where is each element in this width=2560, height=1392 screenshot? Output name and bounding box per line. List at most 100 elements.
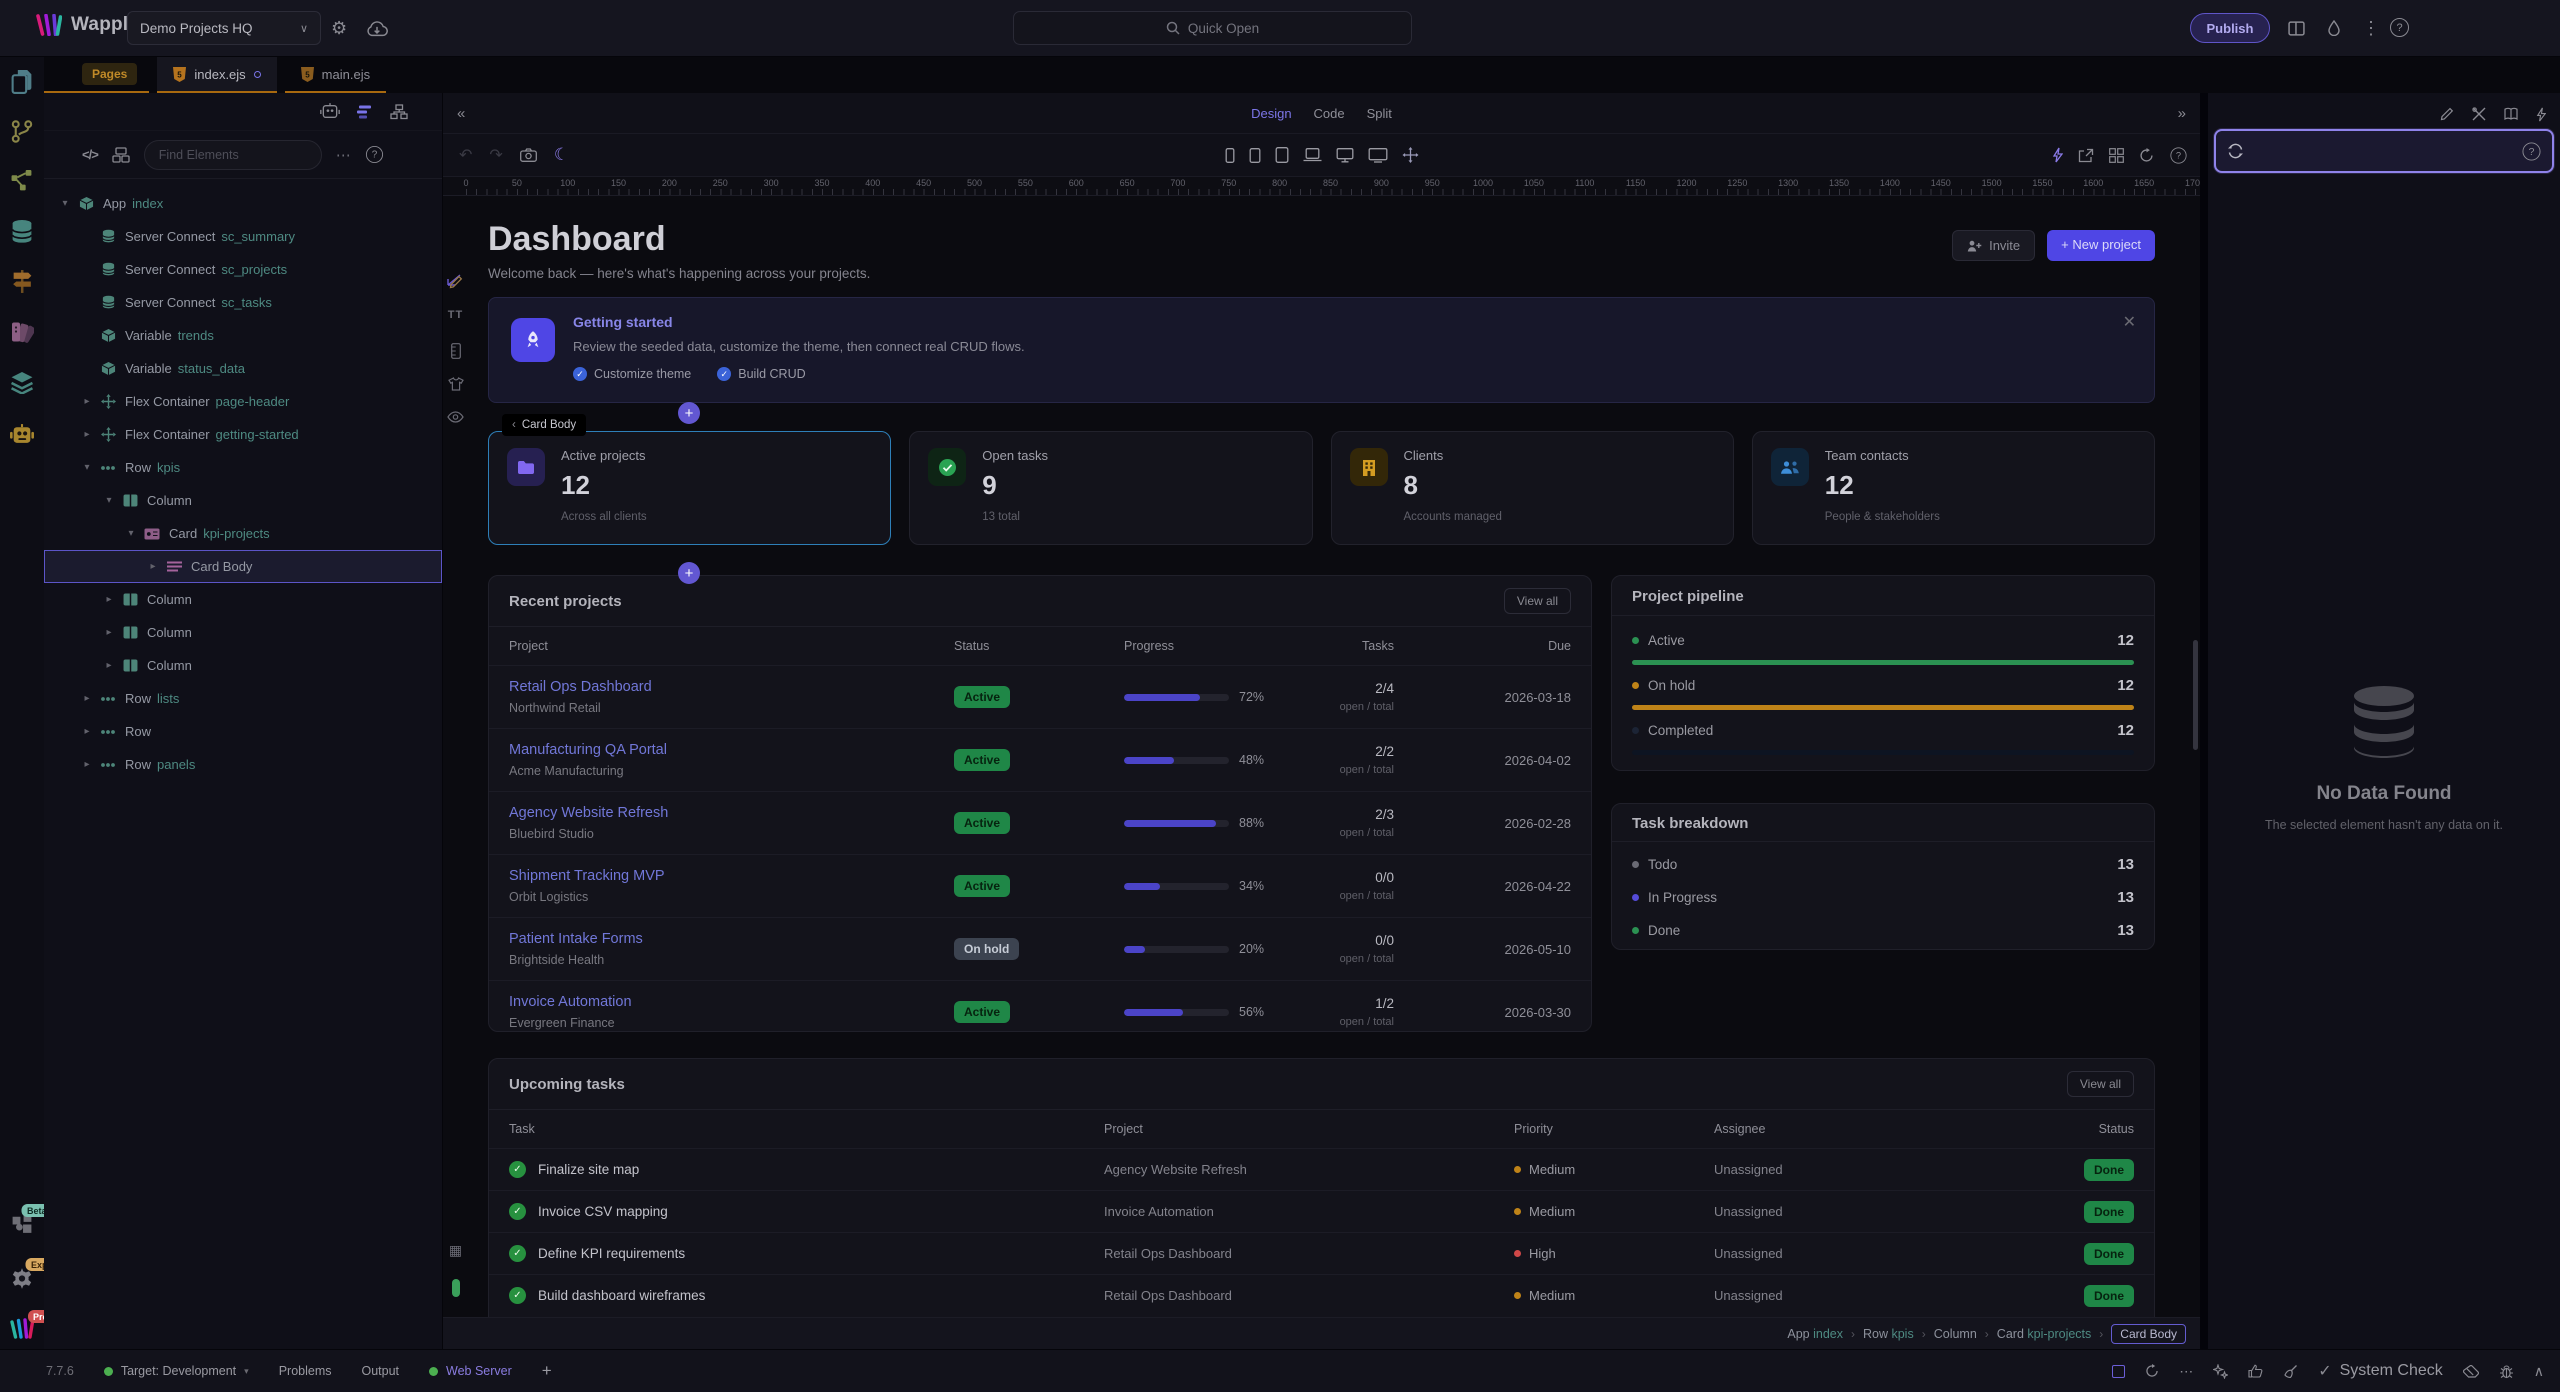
project-settings-gear-icon[interactable]: ⚙	[331, 17, 347, 39]
mode-code[interactable]: Code	[1314, 106, 1345, 121]
tree-item[interactable]: ▸ Row	[44, 715, 442, 748]
system-check-button[interactable]: ✓ System Check	[2318, 1361, 2443, 1381]
tree-item[interactable]: ▸ Flex Container getting-started	[44, 418, 442, 451]
workflows-panel-icon[interactable]	[11, 169, 34, 192]
picker-help-icon[interactable]: ?	[2522, 142, 2540, 160]
deploy-cloud-icon[interactable]	[365, 20, 389, 37]
project-selector[interactable]: Demo Projects HQ ∨	[127, 11, 321, 45]
breadcrumb-item[interactable]: Row kpis	[1863, 1327, 1914, 1341]
app-flows-bolt-icon[interactable]	[2052, 147, 2063, 163]
invite-button[interactable]: Invite	[1952, 230, 2035, 261]
tree-item[interactable]: ▸ Row panels	[44, 748, 442, 781]
tree-item[interactable]: ▸ Flex Container page-header	[44, 385, 442, 418]
tree-item[interactable]: Server Connect sc_tasks	[44, 286, 442, 319]
view-all-button[interactable]: View all	[2067, 1071, 2134, 1097]
tree-item[interactable]: ▸ Row lists	[44, 682, 442, 715]
ai-assistant-icon[interactable]	[320, 103, 340, 120]
caret-icon[interactable]: ▾	[79, 462, 95, 473]
caret-icon[interactable]: ▸	[101, 594, 117, 605]
edit-pencil-icon[interactable]	[2440, 107, 2454, 121]
caret-icon[interactable]: ▸	[79, 726, 95, 737]
caret-icon[interactable]: ▸	[79, 396, 95, 407]
thumbs-up-icon[interactable]	[2248, 1364, 2263, 1378]
tab-index-ejs[interactable]: 5 index.ejs	[157, 57, 276, 93]
tree-item[interactable]: ▾ Row kpis	[44, 451, 442, 484]
grid-toggle-icon[interactable]: ▦	[447, 1242, 464, 1259]
more-options-icon[interactable]: ⋯	[2179, 1363, 2193, 1380]
help-icon[interactable]: ?	[2390, 18, 2409, 37]
refresh-icon[interactable]	[2139, 148, 2154, 163]
tree-item[interactable]: Variable status_data	[44, 352, 442, 385]
sparkles-icon[interactable]	[2213, 1364, 2228, 1379]
project-link[interactable]: Agency Website Refresh	[509, 805, 954, 821]
device-phone-icon[interactable]	[1225, 148, 1234, 163]
sitemap-icon[interactable]	[390, 104, 408, 120]
caret-icon[interactable]: ▸	[79, 693, 95, 704]
docs-book-icon[interactable]	[2504, 107, 2518, 121]
responsive-move-icon[interactable]	[1402, 147, 1418, 163]
tree-item[interactable]: ▾ Column	[44, 484, 442, 517]
insert-element-button[interactable]: +	[678, 562, 700, 584]
caret-icon[interactable]: ▾	[57, 198, 73, 209]
tree-item[interactable]: Server Connect sc_projects	[44, 253, 442, 286]
device-desktop-icon[interactable]	[1336, 148, 1353, 163]
reload-icon[interactable]	[2145, 1364, 2159, 1378]
breadcrumb-item[interactable]: Column	[1934, 1327, 1977, 1341]
tab-main-ejs[interactable]: 5 main.ejs	[285, 57, 386, 93]
collapse-right-icon[interactable]: »	[2178, 105, 2186, 122]
tree-item[interactable]: ▸ Column	[44, 616, 442, 649]
redo-icon[interactable]: ↷	[489, 145, 502, 165]
plug-bolt-icon[interactable]	[2536, 107, 2546, 122]
breadcrumb-item[interactable]: Card kpi-projects	[1997, 1327, 2092, 1341]
visibility-eye-icon[interactable]	[447, 411, 464, 423]
device-phablet-icon[interactable]	[1249, 148, 1260, 163]
problems-button[interactable]: Problems	[279, 1364, 332, 1378]
caret-icon[interactable]: ▸	[79, 759, 95, 770]
theme-droplet-icon[interactable]	[2328, 20, 2340, 36]
project-link[interactable]: Manufacturing QA Portal	[509, 742, 954, 758]
collapse-left-icon[interactable]: «	[457, 105, 465, 122]
find-elements-input[interactable]	[144, 140, 322, 170]
new-project-button[interactable]: + New project	[2047, 230, 2155, 261]
pages-button[interactable]: Pages	[82, 63, 137, 85]
close-icon[interactable]: ✕	[2123, 312, 2136, 332]
bug-icon[interactable]	[2499, 1364, 2514, 1379]
caret-icon[interactable]: ▸	[79, 429, 95, 440]
panel-toggle-icon[interactable]	[2112, 1365, 2125, 1378]
undo-icon[interactable]: ↶	[459, 145, 472, 165]
pages-panel-icon[interactable]	[11, 69, 34, 94]
tree-help-icon[interactable]: ?	[366, 146, 383, 163]
device-laptop-icon[interactable]	[1303, 148, 1321, 162]
tree-item[interactable]: ▾ Card kpi-projects	[44, 517, 442, 550]
tree-item[interactable]: ▸ Card Body	[44, 550, 442, 583]
screenshot-camera-icon[interactable]	[520, 148, 537, 162]
tree-item[interactable]: ▸ Column	[44, 583, 442, 616]
design-help-icon[interactable]: ?	[2170, 147, 2186, 163]
ruler-tool-icon[interactable]	[447, 343, 464, 359]
ai-robot-panel-icon[interactable]	[10, 423, 35, 446]
tree-item[interactable]: Server Connect sc_summary	[44, 220, 442, 253]
eraser-icon[interactable]	[2463, 1365, 2479, 1378]
device-tv-icon[interactable]	[1368, 148, 1387, 163]
mode-split[interactable]: Split	[1367, 106, 1392, 121]
caret-icon[interactable]: ▸	[101, 660, 117, 671]
panels-layout-icon[interactable]	[2288, 21, 2305, 36]
layers-panel-icon[interactable]	[11, 371, 34, 394]
outline-list-icon[interactable]	[357, 105, 373, 119]
styles-panel-icon[interactable]	[10, 319, 34, 344]
data-picker-bar[interactable]: ?	[2214, 129, 2554, 173]
tree-item[interactable]: ▸ Column	[44, 649, 442, 682]
chevron-up-icon[interactable]: ∧	[2534, 1363, 2544, 1380]
open-in-browser-icon[interactable]	[2078, 148, 2094, 163]
breadcrumb-current[interactable]: Card Body	[2111, 1324, 2186, 1344]
project-link[interactable]: Invoice Automation	[509, 994, 954, 1010]
caret-icon[interactable]: ▾	[123, 528, 139, 539]
typography-icon[interactable]: TT	[447, 309, 464, 321]
code-view-icon[interactable]: </>	[82, 147, 98, 162]
output-button[interactable]: Output	[361, 1364, 399, 1378]
more-options-icon[interactable]: ⋯	[336, 146, 351, 164]
device-tablet-icon[interactable]	[1275, 147, 1288, 163]
breadcrumb-item[interactable]: App index	[1787, 1327, 1843, 1341]
publish-button[interactable]: Publish	[2190, 13, 2270, 43]
project-link[interactable]: Retail Ops Dashboard	[509, 679, 954, 695]
